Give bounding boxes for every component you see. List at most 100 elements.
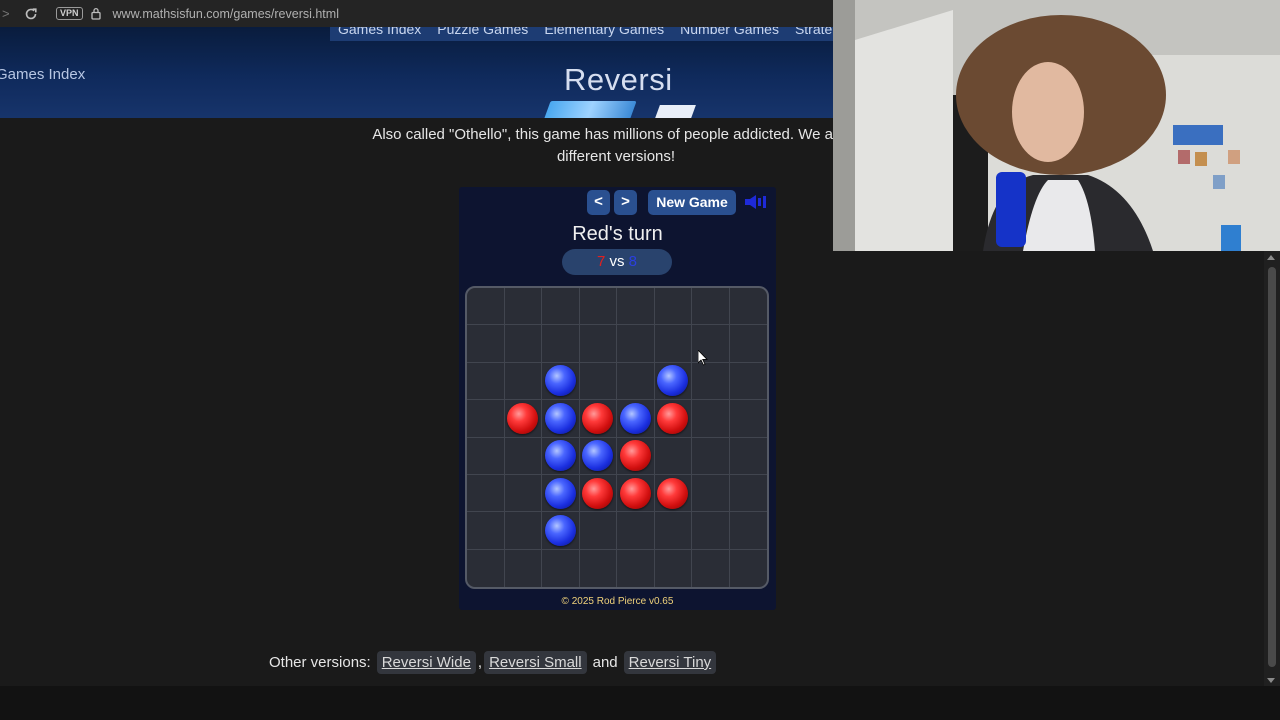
blue-disc: [582, 440, 614, 472]
board-cell[interactable]: [617, 362, 655, 401]
board-cell[interactable]: [504, 512, 542, 550]
red-disc: [657, 402, 689, 434]
board-cell[interactable]: [729, 363, 767, 401]
board-cell[interactable]: [467, 362, 505, 401]
board-cell[interactable]: [504, 325, 542, 363]
board-cell[interactable]: [617, 512, 655, 550]
board-cell[interactable]: [504, 437, 542, 475]
undo-button[interactable]: <: [587, 190, 610, 215]
webcam-overlay: [833, 0, 1280, 251]
menu-item-games-index[interactable]: Games Index: [338, 27, 421, 41]
board-cell[interactable]: [467, 325, 505, 363]
board-cell[interactable]: [654, 362, 692, 401]
board-cell[interactable]: [654, 512, 692, 550]
board-cell[interactable]: [729, 475, 767, 513]
board-cell[interactable]: [542, 288, 580, 326]
board-cell[interactable]: [579, 325, 617, 363]
board-cell[interactable]: [542, 549, 580, 587]
and-text: and: [592, 654, 618, 671]
board-cell[interactable]: [617, 474, 655, 513]
board-cell[interactable]: [467, 437, 505, 475]
speaker-icon[interactable]: [744, 195, 768, 209]
board-cell[interactable]: [654, 400, 692, 438]
game-board[interactable]: [465, 286, 769, 589]
board-cell[interactable]: [579, 400, 617, 438]
board-cell[interactable]: [729, 400, 767, 438]
vpn-badge[interactable]: VPN: [56, 7, 83, 20]
board-cell[interactable]: [467, 474, 505, 513]
board-cell[interactable]: [617, 437, 655, 475]
link-reversi-tiny[interactable]: Reversi Tiny: [623, 651, 717, 674]
board-cell[interactable]: [579, 474, 617, 513]
board-cell[interactable]: [729, 512, 767, 550]
board-cell[interactable]: [729, 288, 767, 326]
board-cell[interactable]: [692, 512, 730, 550]
board-cell[interactable]: [542, 325, 580, 363]
board-cell[interactable]: [579, 288, 617, 326]
board-cell[interactable]: [729, 438, 767, 475]
blue-disc: [544, 514, 576, 546]
board-cell[interactable]: [542, 512, 580, 550]
games-index-link[interactable]: Games Index: [0, 66, 85, 83]
board-cell[interactable]: [580, 549, 617, 587]
board-cell[interactable]: [692, 400, 730, 438]
blue-disc: [657, 365, 689, 397]
copyright-text: © 2025 Rod Pierce v0.65: [561, 596, 674, 607]
board-cell[interactable]: [542, 474, 580, 513]
board-cell[interactable]: [692, 288, 730, 326]
board-cell[interactable]: [654, 474, 692, 513]
menu-item-elementary-games[interactable]: Elementary Games: [544, 27, 664, 41]
board-cell[interactable]: [729, 325, 767, 363]
board-cell[interactable]: [692, 437, 730, 475]
board-cell[interactable]: [617, 288, 655, 326]
board-cell[interactable]: [579, 437, 617, 475]
link-reversi-small[interactable]: Reversi Small: [484, 651, 587, 674]
board-cell[interactable]: [692, 549, 730, 587]
board-cell[interactable]: [579, 512, 617, 550]
menu-item-strategy[interactable]: Strate: [795, 27, 832, 41]
board-cell[interactable]: [655, 549, 692, 587]
score-vs: vs: [609, 253, 625, 270]
other-versions-label: Other versions:: [269, 654, 371, 671]
board-cell[interactable]: [542, 362, 580, 401]
board-cell[interactable]: [617, 549, 655, 587]
board-cell[interactable]: [579, 362, 617, 401]
board-cell[interactable]: [542, 437, 580, 475]
board-cell[interactable]: [467, 512, 505, 550]
scroll-up-icon[interactable]: [1267, 255, 1275, 260]
board-cell[interactable]: [542, 400, 580, 438]
board-cell[interactable]: [467, 400, 505, 438]
board-cell[interactable]: [504, 288, 542, 326]
board-cell[interactable]: [654, 437, 692, 475]
menu-item-puzzle-games[interactable]: Puzzle Games: [437, 27, 528, 41]
link-reversi-wide[interactable]: Reversi Wide: [376, 651, 476, 674]
board-cell[interactable]: [504, 362, 542, 401]
site-header: Games Index Puzzle Games Elementary Game…: [0, 27, 833, 118]
board-cell[interactable]: [505, 549, 542, 587]
menu-item-number-games[interactable]: Number Games: [680, 27, 779, 41]
mouse-pointer-icon: [698, 350, 708, 366]
board-cell[interactable]: [730, 550, 768, 587]
board-cell[interactable]: [654, 288, 692, 326]
board-cell[interactable]: [504, 400, 542, 438]
score-display: 7 vs 8: [562, 249, 672, 275]
new-game-button[interactable]: New Game: [648, 190, 736, 215]
board-cell[interactable]: [654, 325, 692, 363]
redo-button[interactable]: >: [614, 190, 637, 215]
board-cell[interactable]: [617, 400, 655, 438]
url-field[interactable]: www.mathsisfun.com/games/reversi.html: [113, 7, 339, 21]
page-scrollbar[interactable]: [1264, 251, 1280, 686]
board-cell[interactable]: [467, 549, 505, 587]
board-cell[interactable]: [504, 474, 542, 513]
lock-icon[interactable]: [90, 7, 101, 20]
reload-icon[interactable]: [24, 7, 38, 21]
board-cell[interactable]: [692, 474, 730, 513]
scrollbar-thumb[interactable]: [1268, 267, 1276, 667]
board-cell[interactable]: [617, 325, 655, 363]
header-art: [543, 101, 637, 118]
board-cell[interactable]: [692, 362, 730, 401]
board-cell[interactable]: [467, 288, 505, 326]
scroll-down-icon[interactable]: [1267, 678, 1275, 683]
forward-icon[interactable]: >: [2, 6, 16, 21]
blue-disc: [544, 440, 576, 472]
